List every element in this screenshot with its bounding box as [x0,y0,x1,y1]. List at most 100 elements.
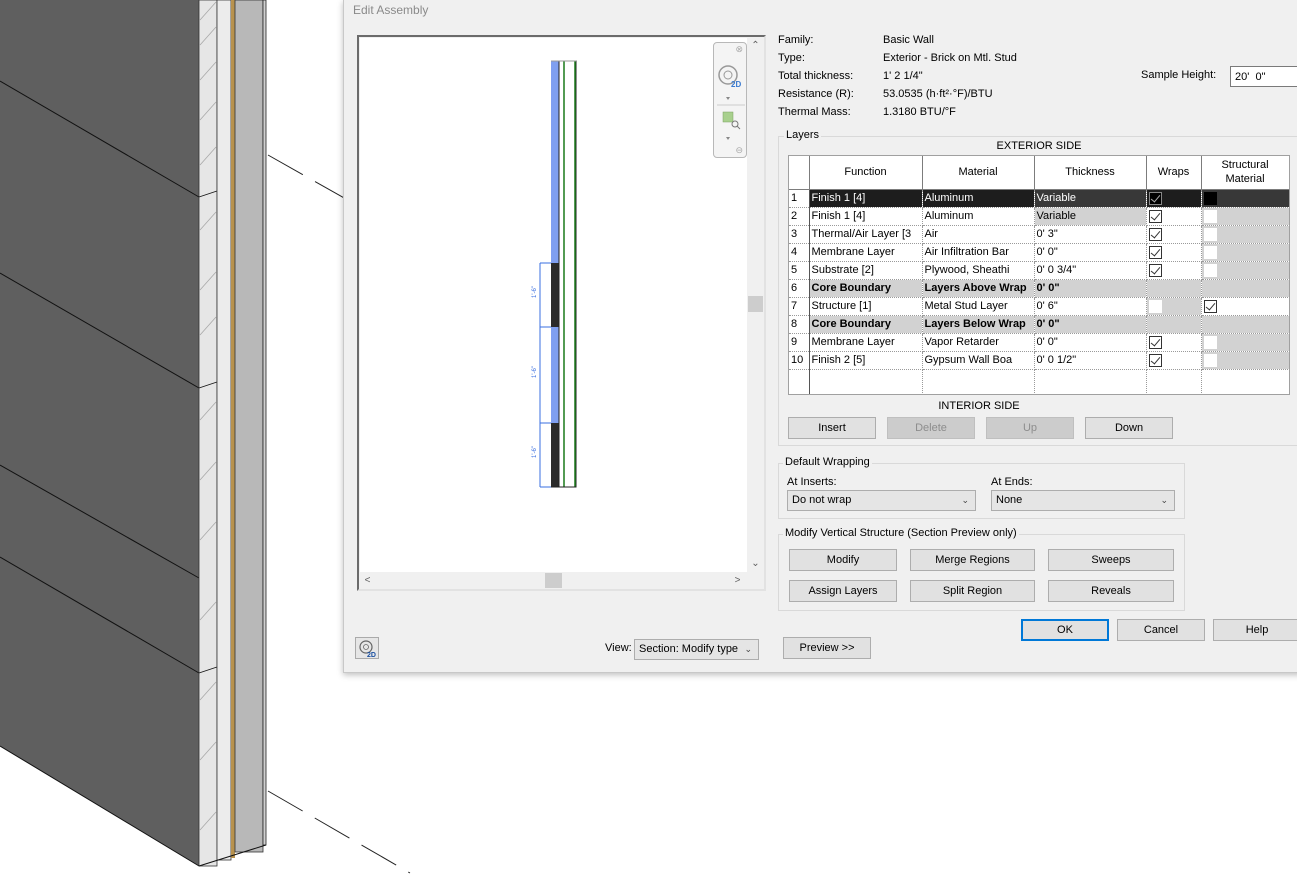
assign-layers-button[interactable]: Assign Layers [789,580,897,602]
layer-wraps-cell[interactable] [1146,351,1202,370]
horizontal-scroll-thumb[interactable] [545,573,562,588]
structural-material-checkbox[interactable] [1203,191,1217,205]
layer-thickness-cell[interactable]: 0' 6" [1034,297,1147,316]
layer-function-cell[interactable]: Membrane Layer [809,243,923,262]
at-ends-dropdown[interactable]: None ⌄ [991,490,1175,511]
layer-structural-cell[interactable] [1201,261,1289,280]
structural-material-checkbox[interactable] [1203,353,1217,367]
layer-thickness-cell[interactable]: 0' 0 3/4" [1034,261,1147,280]
section-preview-pane[interactable]: 1'-6" 1'-6" 1'-6" ⊗ 2D ⊖ ⌃ ⌄ < > [357,35,766,591]
scroll-down-icon[interactable]: ⌄ [747,555,764,572]
layer-row[interactable]: 2 Finish 1 [4] Aluminum Variable [789,207,1289,226]
layer-wraps-cell[interactable] [1146,243,1202,262]
structural-material-checkbox[interactable] [1203,335,1217,349]
scroll-left-icon[interactable]: < [359,572,376,589]
layer-wraps-cell[interactable] [1146,261,1202,280]
row-number[interactable]: 4 [789,243,810,262]
layer-row[interactable]: 3 Thermal/Air Layer [3 Air 0' 3" [789,225,1289,244]
ok-button[interactable]: OK [1021,619,1109,641]
preview-canvas[interactable]: 1'-6" 1'-6" 1'-6" ⊗ 2D ⊖ [360,38,747,573]
navigation-bar[interactable]: ⊗ 2D ⊖ [713,42,747,158]
layer-function-cell[interactable]: Structure [1] [809,297,923,316]
wraps-checkbox[interactable] [1148,191,1162,205]
layer-wraps-cell[interactable] [1146,333,1202,352]
row-number[interactable]: 3 [789,225,810,244]
layer-structural-cell[interactable] [1201,243,1289,262]
layer-function-cell[interactable]: Finish 1 [4] [809,207,923,226]
layer-function-cell[interactable]: Core Boundary [809,279,923,298]
layer-structural-cell[interactable] [1201,225,1289,244]
modify-button[interactable]: Modify [789,549,897,571]
layer-wraps-cell[interactable] [1146,297,1202,316]
layer-thickness-cell[interactable]: 0' 0" [1034,243,1147,262]
wraps-checkbox[interactable] [1148,263,1162,277]
row-number[interactable]: 1 [789,189,810,208]
row-number[interactable]: 10 [789,351,810,370]
layer-row[interactable]: 7 Structure [1] Metal Stud Layer 0' 6" [789,297,1289,316]
column-header-material[interactable]: Material [922,156,1035,190]
wraps-checkbox[interactable] [1148,335,1162,349]
layer-thickness-cell[interactable]: Variable [1034,207,1147,226]
at-inserts-dropdown[interactable]: Do not wrap ⌄ [787,490,976,511]
layer-thickness-cell[interactable]: 0' 0" [1034,279,1147,298]
wraps-checkbox[interactable] [1148,227,1162,241]
wraps-checkbox[interactable] [1148,245,1162,259]
layer-row[interactable]: 10 Finish 2 [5] Gypsum Wall Boa 0' 0 1/2" [789,351,1289,370]
layer-function-cell[interactable]: Finish 1 [4] [809,189,923,208]
column-header-structural-material[interactable]: Structural Material [1201,156,1289,190]
layer-structural-cell[interactable] [1201,207,1289,226]
row-number[interactable]: 5 [789,261,810,280]
scroll-right-icon[interactable]: > [729,572,746,589]
structural-material-checkbox[interactable] [1203,227,1217,241]
row-number[interactable]: 9 [789,333,810,352]
layer-material-cell[interactable]: Air Infiltration Bar [922,243,1035,262]
column-header-function[interactable]: Function [809,156,923,190]
wraps-checkbox[interactable] [1148,209,1162,223]
help-button[interactable]: Help [1213,619,1297,641]
steering-wheel-2d-button[interactable]: 2D [355,637,379,659]
structural-material-checkbox[interactable] [1203,299,1217,313]
layer-material-cell[interactable]: Layers Below Wrap [922,315,1035,334]
navbar-options-icon[interactable]: ⊖ [735,145,743,156]
delete-button[interactable]: Delete [887,417,975,439]
layer-function-cell[interactable]: Membrane Layer [809,333,923,352]
wraps-checkbox[interactable] [1148,299,1162,313]
preview-vertical-scrollbar[interactable]: ⌃ ⌄ [747,37,764,572]
view-dropdown[interactable]: Section: Modify type ⌄ [634,639,759,660]
row-number[interactable]: 8 [789,315,810,334]
reveals-button[interactable]: Reveals [1048,580,1174,602]
up-button[interactable]: Up [986,417,1074,439]
layer-row[interactable]: 9 Membrane Layer Vapor Retarder 0' 0" [789,333,1289,352]
row-number[interactable]: 6 [789,279,810,298]
layer-thickness-cell[interactable]: 0' 0" [1034,315,1147,334]
layer-row[interactable]: 4 Membrane Layer Air Infiltration Bar 0' 0" [789,243,1289,262]
merge-regions-button[interactable]: Merge Regions [910,549,1035,571]
row-number[interactable]: 2 [789,207,810,226]
layer-thickness-cell[interactable]: 0' 0" [1034,333,1147,352]
down-button[interactable]: Down [1085,417,1173,439]
layers-table[interactable]: Function Material Thickness Wraps Struct… [788,155,1290,395]
layer-row[interactable]: 6 Core Boundary Layers Above Wrap 0' 0" [789,279,1289,298]
wraps-checkbox[interactable] [1148,353,1162,367]
cancel-button[interactable]: Cancel [1117,619,1205,641]
layer-structural-cell[interactable] [1201,189,1289,208]
structural-material-checkbox[interactable] [1203,245,1217,259]
column-header-thickness[interactable]: Thickness [1034,156,1147,190]
layer-material-cell[interactable]: Aluminum [922,189,1035,208]
scroll-up-icon[interactable]: ⌃ [747,37,764,54]
structural-material-checkbox[interactable] [1203,209,1217,223]
split-region-button[interactable]: Split Region [910,580,1035,602]
layer-thickness-cell[interactable]: 0' 3" [1034,225,1147,244]
layer-wraps-cell[interactable] [1146,207,1202,226]
layer-row[interactable]: 5 Substrate [2] Plywood, Sheathi 0' 0 3/4" [789,261,1289,280]
layer-structural-cell[interactable] [1201,333,1289,352]
layer-row[interactable]: 1 Finish 1 [4] Aluminum Variable [789,189,1289,208]
preview-toggle-button[interactable]: Preview >> [783,637,871,659]
layer-material-cell[interactable]: Layers Above Wrap [922,279,1035,298]
layer-function-cell[interactable]: Substrate [2] [809,261,923,280]
structural-material-checkbox[interactable] [1203,263,1217,277]
layer-wraps-cell[interactable] [1146,225,1202,244]
layer-material-cell[interactable]: Metal Stud Layer [922,297,1035,316]
sweeps-button[interactable]: Sweeps [1048,549,1174,571]
layer-function-cell[interactable]: Thermal/Air Layer [3 [809,225,923,244]
